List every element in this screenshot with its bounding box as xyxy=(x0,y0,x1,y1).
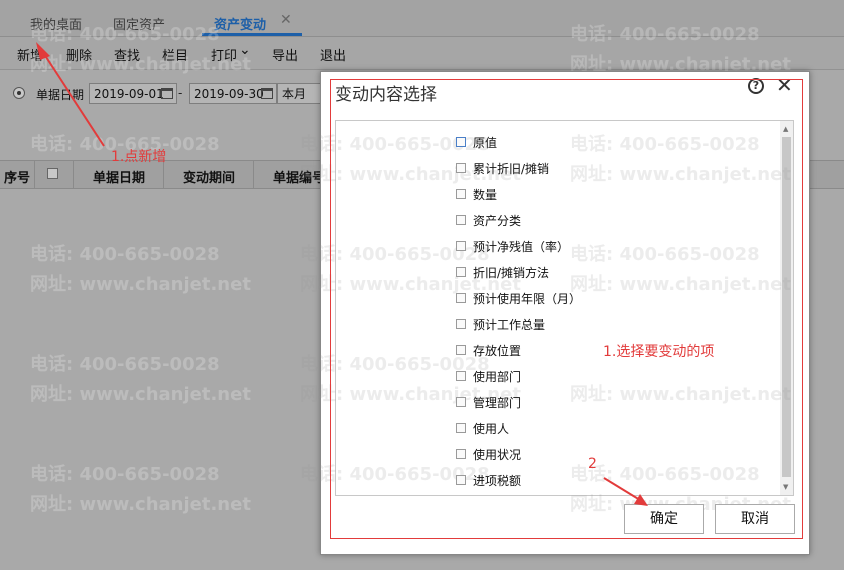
annotation-arrows xyxy=(36,42,648,506)
arrow-to-new-button xyxy=(36,42,105,147)
arrow-to-ok-button xyxy=(603,477,648,506)
